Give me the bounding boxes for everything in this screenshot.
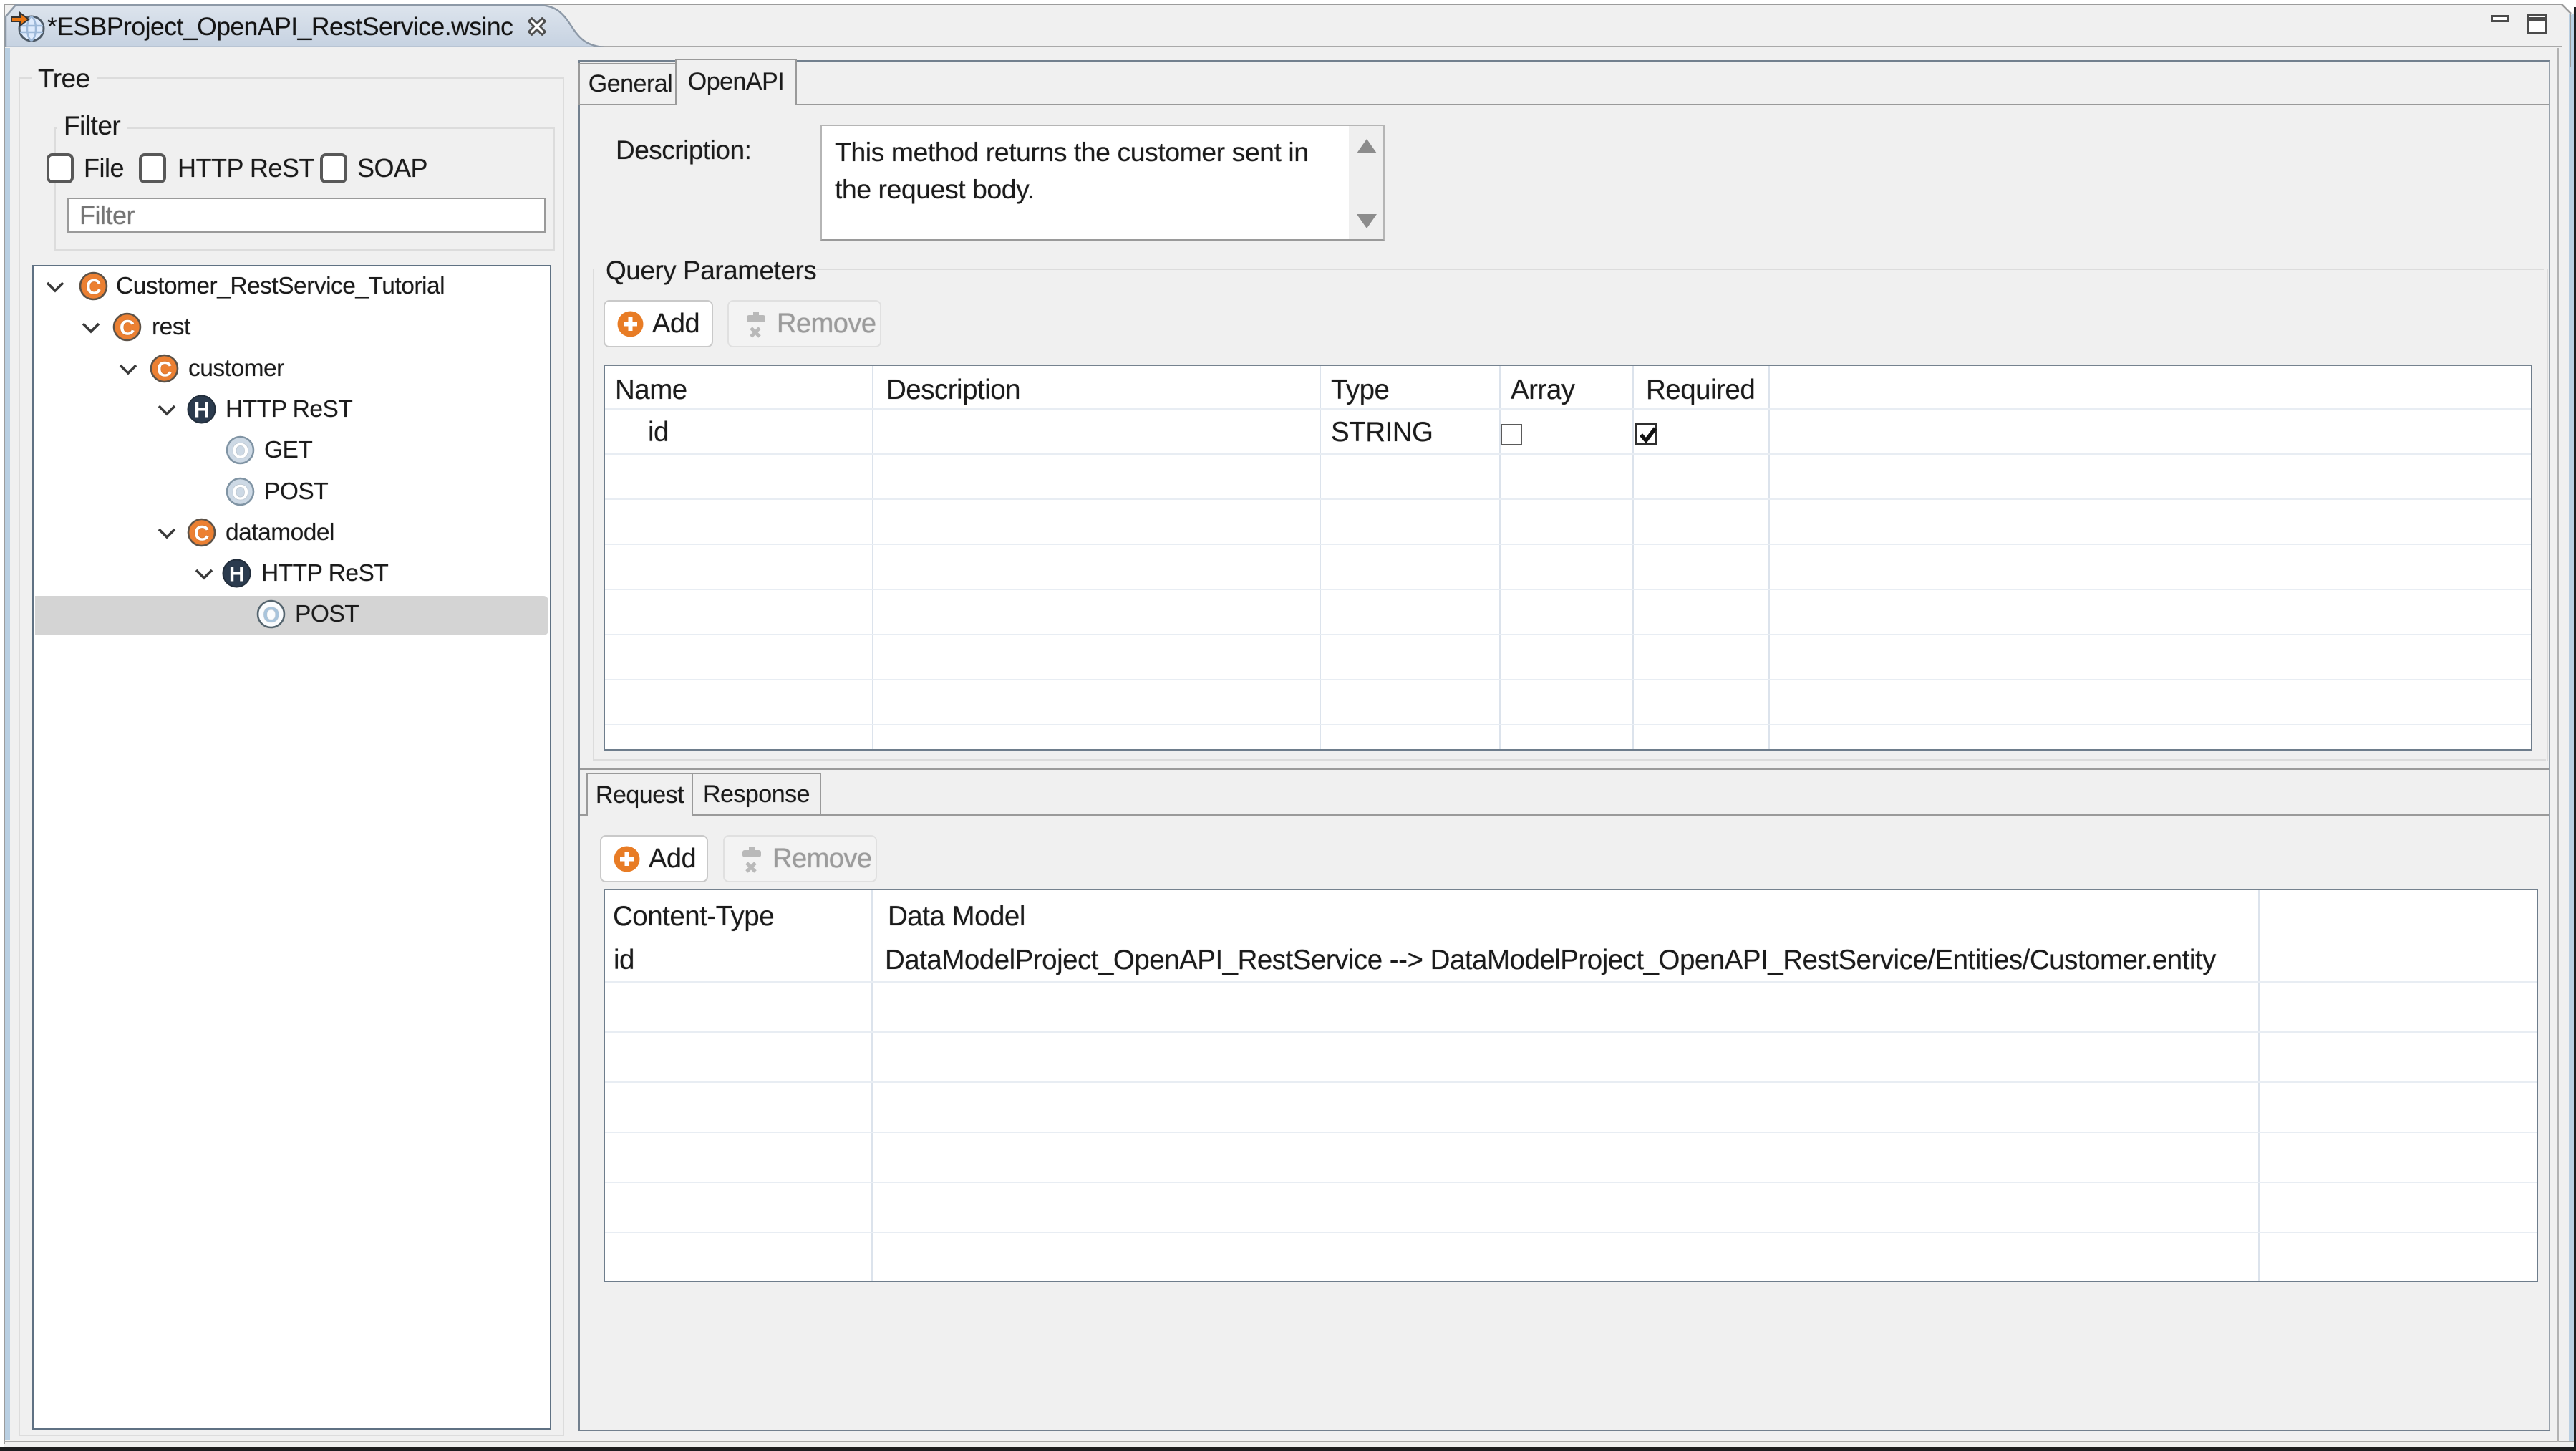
svg-text:C: C xyxy=(157,358,172,382)
svg-text:H: H xyxy=(229,563,244,587)
svg-text:C: C xyxy=(120,317,135,340)
svg-text:C: C xyxy=(86,276,101,299)
svg-text:C: C xyxy=(194,522,209,546)
svg-text:O: O xyxy=(263,604,279,627)
svg-text:O: O xyxy=(232,481,248,505)
svg-text:H: H xyxy=(194,399,209,423)
svg-text:O: O xyxy=(232,440,248,463)
